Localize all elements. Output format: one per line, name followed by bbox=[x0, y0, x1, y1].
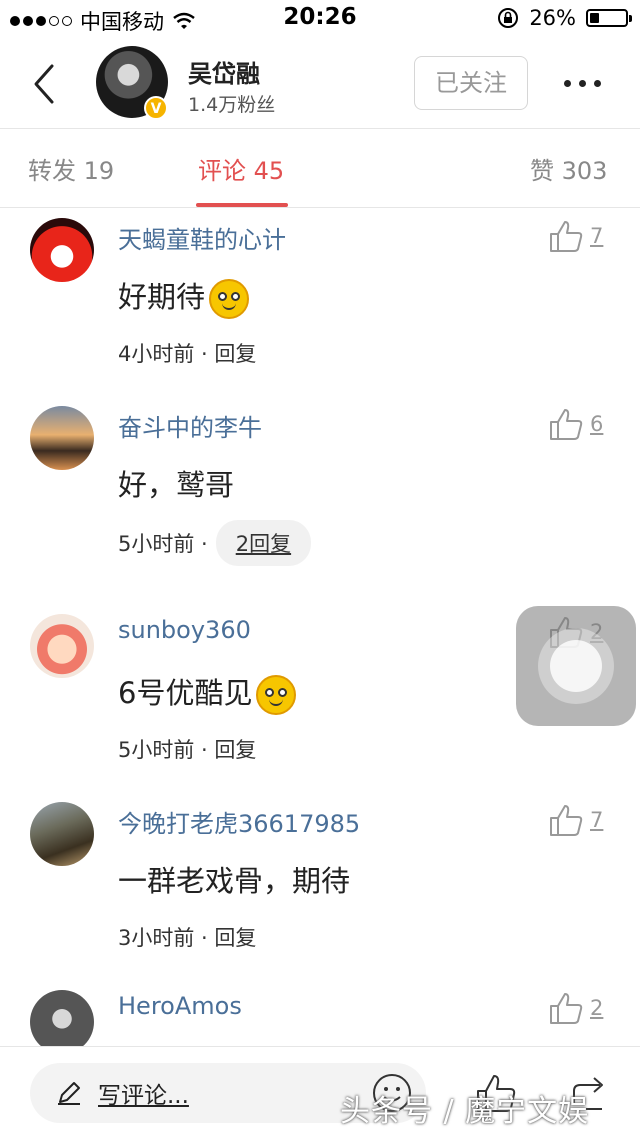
author-name[interactable]: 吴岱融 bbox=[188, 54, 260, 89]
like-button[interactable]: 6 bbox=[548, 406, 603, 442]
commenter-name[interactable]: sunboy360 bbox=[118, 616, 251, 644]
thumbs-up-icon bbox=[550, 221, 583, 252]
tab-repost[interactable]: 转发 19 bbox=[28, 151, 114, 186]
fan-count: 1.4万粉丝 bbox=[188, 94, 276, 116]
smile-emoji-icon bbox=[209, 279, 250, 319]
commenter-name[interactable]: 今晚打老虎36617985 bbox=[118, 804, 360, 839]
commenter-avatar[interactable] bbox=[30, 406, 94, 470]
comment-text: 好期待 bbox=[118, 274, 250, 319]
commenter-avatar[interactable] bbox=[30, 990, 94, 1054]
rotation-lock-icon bbox=[498, 8, 519, 28]
battery-fill bbox=[590, 13, 599, 23]
more-options-icon[interactable] bbox=[564, 80, 601, 87]
active-tab-indicator bbox=[196, 203, 288, 207]
battery-icon bbox=[586, 9, 632, 27]
profile-header: V 吴岱融 1.4万粉丝 已关注 bbox=[0, 40, 640, 129]
assistive-touch-button[interactable] bbox=[516, 606, 636, 726]
verified-badge-icon: V bbox=[144, 96, 168, 120]
like-button[interactable]: 2 bbox=[548, 990, 603, 1026]
battery-percent: 26% bbox=[529, 6, 576, 30]
thumbs-up-icon bbox=[550, 409, 583, 440]
pencil-icon bbox=[58, 1082, 80, 1105]
like-count: 6 bbox=[590, 412, 604, 436]
comment-text: 一群老戏骨，期待 bbox=[118, 864, 351, 898]
back-arrow-icon[interactable] bbox=[28, 60, 68, 108]
comment-text: 好，鹫哥 bbox=[118, 468, 235, 502]
comment-time-reply[interactable]: 4小时前 · 回复 bbox=[118, 338, 256, 368]
like-button[interactable]: 7 bbox=[548, 802, 603, 838]
like-count: 7 bbox=[590, 224, 604, 248]
commenter-name[interactable]: 奋斗中的李牛 bbox=[118, 408, 262, 443]
comment-meta: 5小时前 · 回复 bbox=[118, 734, 256, 764]
watermark-text: 头条号 / 魔宁文娱 bbox=[340, 1094, 590, 1129]
commenter-avatar[interactable] bbox=[30, 802, 94, 866]
like-count: 2 bbox=[590, 996, 604, 1020]
comment-time-reply[interactable]: 3小时前 · 回复 bbox=[118, 922, 256, 952]
comment-meta: 4小时前 · 回复 bbox=[118, 338, 256, 368]
commenter-name[interactable]: HeroAmos bbox=[118, 992, 242, 1020]
comment-meta: 5小时前 · 2回复 bbox=[118, 520, 312, 566]
replies-button[interactable]: 2回复 bbox=[215, 520, 312, 566]
commenter-avatar[interactable] bbox=[30, 614, 94, 678]
commenter-avatar[interactable] bbox=[30, 218, 94, 282]
thumbs-up-icon bbox=[550, 993, 583, 1024]
write-comment-label: 写评论... bbox=[98, 1083, 189, 1109]
comment-time-reply[interactable]: 5小时前 · 回复 bbox=[118, 734, 256, 764]
comment-text: 6号优酷见 bbox=[118, 670, 297, 715]
detail-tabs: 转发 19 评论 45 赞 303 bbox=[0, 129, 640, 208]
comment-meta: 3小时前 · 回复 bbox=[118, 922, 256, 952]
status-bar: 中国移动 20:26 26% bbox=[0, 0, 640, 40]
like-button[interactable]: 7 bbox=[548, 218, 603, 254]
commenter-name[interactable]: 天蝎童鞋的心计 bbox=[118, 220, 286, 255]
like-count: 7 bbox=[590, 808, 604, 832]
grin-emoji-icon bbox=[256, 675, 297, 715]
battery-group: 26% bbox=[497, 6, 632, 30]
comment-time: 5小时前 · bbox=[118, 532, 208, 556]
tab-comments[interactable]: 评论 45 bbox=[198, 151, 284, 186]
thumbs-up-icon bbox=[550, 805, 583, 836]
tab-likes[interactable]: 赞 303 bbox=[530, 151, 607, 186]
follow-button[interactable]: 已关注 bbox=[414, 56, 528, 110]
